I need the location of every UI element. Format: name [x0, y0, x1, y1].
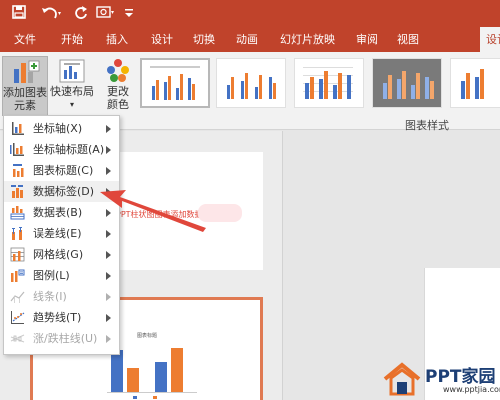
annotation-arrow — [100, 190, 206, 232]
watermark-brand: PPT家园 — [425, 367, 496, 387]
watermark-url: www.pptjia.com — [443, 385, 500, 394]
pptjia-house-logo — [383, 362, 421, 396]
